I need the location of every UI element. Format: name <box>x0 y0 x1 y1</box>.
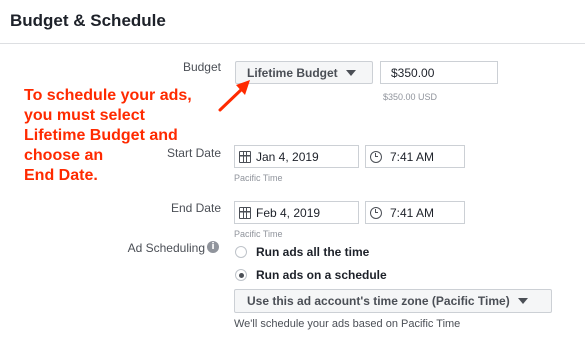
budget-type-dropdown[interactable]: Lifetime Budget <box>235 61 373 84</box>
info-icon[interactable]: i <box>207 241 219 253</box>
budget-amount-value: $350.00 <box>391 65 435 80</box>
annotation-line: End Date. <box>24 167 98 184</box>
timezone-dropdown[interactable]: Use this ad account's time zone (Pacific… <box>234 289 552 313</box>
radio-button-selected[interactable] <box>235 269 247 281</box>
start-date-input[interactable]: Jan 4, 2019 <box>234 145 359 168</box>
start-timezone-note: Pacific Time <box>234 173 283 183</box>
end-timezone-note: Pacific Time <box>234 229 283 239</box>
ad-scheduling-label: Ad Scheduling <box>127 241 205 255</box>
radio-run-on-schedule[interactable]: Run ads on a schedule <box>235 268 387 282</box>
start-time-input[interactable]: 7:41 AM <box>365 145 465 168</box>
radio-run-all-time-label: Run ads all the time <box>256 245 370 259</box>
annotation-callout: To schedule your ads, you must select Li… <box>24 86 224 186</box>
budget-amount-note: $350.00 USD <box>383 92 438 102</box>
end-date-value: Feb 4, 2019 <box>256 205 321 220</box>
radio-run-on-schedule-label: Run ads on a schedule <box>256 268 387 282</box>
calendar-icon <box>239 150 251 163</box>
start-time-value: 7:41 AM <box>390 149 435 164</box>
end-date-input[interactable]: Feb 4, 2019 <box>234 201 359 224</box>
budget-label: Budget <box>182 60 221 74</box>
annotation-line: choose an <box>24 147 104 164</box>
caret-down-icon <box>517 298 528 304</box>
section-title: Budget & Schedule <box>10 11 166 30</box>
radio-button[interactable] <box>235 246 247 258</box>
section-header: Budget & Schedule <box>0 0 585 44</box>
schedule-footnote: We'll schedule your ads based on Pacific… <box>234 318 461 330</box>
budget-amount-input[interactable]: $350.00 <box>380 61 498 84</box>
end-time-value: 7:41 AM <box>390 205 435 220</box>
budget-type-label: Lifetime Budget <box>247 65 338 80</box>
annotation-line: you must select <box>24 107 145 124</box>
clock-icon <box>370 150 382 163</box>
start-date-value: Jan 4, 2019 <box>256 149 319 164</box>
end-time-input[interactable]: 7:41 AM <box>365 201 465 224</box>
annotation-line: To schedule your ads, <box>24 87 192 104</box>
end-date-label: End Date <box>170 201 221 215</box>
clock-icon <box>370 206 382 219</box>
timezone-dropdown-label: Use this ad account's time zone (Pacific… <box>247 294 510 308</box>
calendar-icon <box>239 206 251 219</box>
caret-down-icon <box>345 69 356 76</box>
radio-run-all-time[interactable]: Run ads all the time <box>235 245 369 259</box>
annotation-line: Lifetime Budget and <box>24 127 178 144</box>
